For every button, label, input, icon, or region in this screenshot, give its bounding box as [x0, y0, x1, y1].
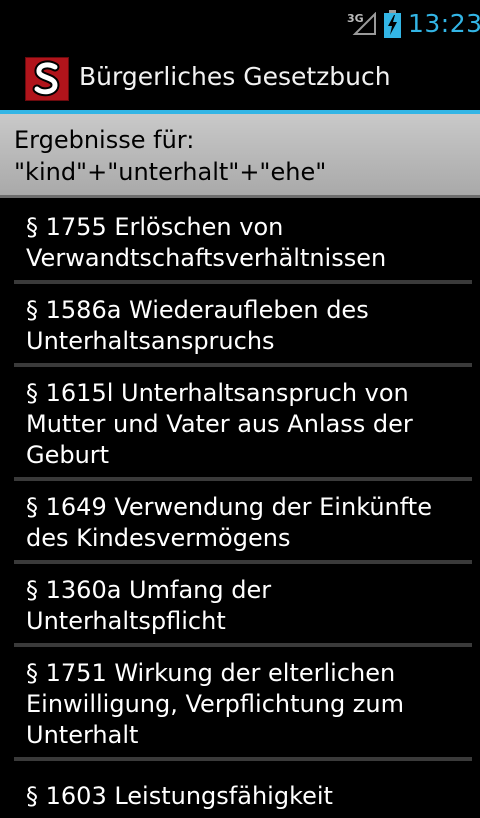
clock: 13:23 [408, 9, 480, 38]
list-item[interactable]: § 1586a Wiederaufleben des Unterhaltsans… [0, 284, 480, 363]
results-header: Ergebnisse für: "kind"+"unterhalt"+"ehe" [0, 114, 480, 198]
status-bar: 3G 13:23 [0, 0, 480, 48]
search-query-text: "kind"+"unterhalt"+"ehe" [14, 158, 327, 186]
app-title: Bürgerliches Gesetzbuch [79, 62, 391, 91]
paragraph-logo-icon[interactable] [25, 57, 69, 101]
action-bar: Bürgerliches Gesetzbuch [0, 48, 480, 110]
list-item[interactable]: § 1360a Umfang der Unterhaltspflicht [0, 564, 480, 643]
battery-charging-icon [384, 10, 401, 38]
results-list: § 1755 Erlöschen von Verwandtschaftsverh… [0, 201, 480, 818]
results-header-label: Ergebnisse für: [14, 126, 195, 154]
list-item[interactable]: § 1751 Wirkung der elterlichen Einwillig… [0, 647, 480, 757]
list-item[interactable]: § 1615l Unterhaltsanspruch von Mutter un… [0, 367, 480, 477]
list-item[interactable]: § 1755 Erlöschen von Verwandtschaftsverh… [0, 201, 480, 280]
signal-3g-icon: 3G [347, 12, 377, 36]
list-item[interactable]: § 1603 Leistungsfähigkeit [0, 761, 480, 818]
list-item[interactable]: § 1649 Verwendung der Einkünfte des Kind… [0, 481, 480, 560]
